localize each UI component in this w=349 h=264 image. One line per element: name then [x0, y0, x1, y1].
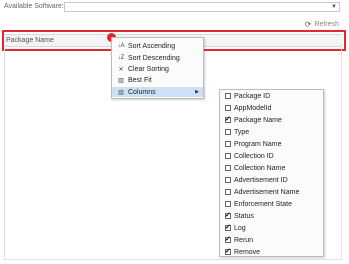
column-toggle-label: Package Name — [234, 116, 282, 124]
column-toggle-log[interactable]: Log — [225, 223, 246, 233]
column-toggle-status[interactable]: Status — [225, 211, 254, 221]
grid-border-bottom — [4, 259, 342, 260]
column-toggle-advertisement-id[interactable]: Advertisement ID — [225, 175, 288, 185]
checkbox[interactable] — [225, 201, 231, 207]
checkbox[interactable] — [225, 115, 231, 123]
menu-item-label: Sort Ascending — [128, 42, 176, 50]
column-toggle-label: Collection Name — [234, 164, 286, 172]
column-toggle-label: Advertisement ID — [234, 176, 288, 184]
grid-border-left — [4, 45, 5, 260]
column-toggle-package-name[interactable]: Package Name — [225, 115, 282, 125]
column-toggle-collection-id[interactable]: Collection ID — [225, 151, 274, 161]
menu-item-label: Sort Descending — [128, 54, 180, 62]
menu-item-sort-descending[interactable]: ↓Z Sort Descending — [112, 53, 203, 63]
menu-item-label: Columns — [128, 88, 156, 96]
column-toggle-label: Remove — [234, 248, 261, 256]
submenu-arrow-icon: ▶ — [195, 89, 199, 95]
checkbox[interactable] — [225, 165, 231, 171]
column-context-menu: ↓A Sort Ascending ↓Z Sort Descending ✕ C… — [111, 37, 204, 99]
menu-item-columns[interactable]: ▥ Columns ▶ — [112, 87, 203, 97]
column-toggle-label: Enforcement State — [234, 200, 292, 208]
column-toggle-label: Rerun — [234, 236, 254, 244]
column-toggle-label: Collection ID — [234, 152, 274, 160]
checkbox[interactable] — [225, 189, 231, 195]
column-toggle-advertisement-name[interactable]: Advertisement Name — [225, 187, 299, 197]
column-toggle-type[interactable]: Type — [225, 127, 249, 137]
menu-item-clear-sorting[interactable]: ✕ Clear Sorting — [112, 64, 203, 74]
checkbox[interactable] — [225, 223, 231, 231]
column-toggle-rerun[interactable]: Rerun — [225, 235, 253, 245]
best-fit-icon: ▥ — [118, 77, 124, 84]
checkbox[interactable] — [225, 153, 231, 159]
column-header-package-name[interactable]: Package Name — [6, 37, 54, 44]
column-toggle-label: AppModelId — [234, 104, 272, 112]
column-toggle-label: Type — [234, 128, 250, 136]
sort-ascending-icon: ↓A — [117, 43, 125, 49]
columns-submenu: Package ID AppModelId Package Name Type … — [219, 89, 324, 257]
column-toggle-label: Status — [234, 212, 254, 220]
checkbox[interactable] — [225, 105, 231, 111]
column-toggle-program-name[interactable]: Program Name — [225, 139, 281, 149]
chevron-down-icon: ▼ — [331, 4, 337, 10]
refresh-button[interactable]: ⟳ Refresh — [305, 20, 339, 29]
column-toggle-package-id[interactable]: Package ID — [225, 91, 270, 101]
checkbox[interactable] — [225, 235, 231, 243]
clear-sorting-icon: ✕ — [118, 66, 124, 73]
checkbox[interactable] — [225, 129, 231, 135]
column-toggle-label: Log — [234, 224, 246, 232]
checkbox[interactable] — [225, 211, 231, 219]
refresh-label: Refresh — [314, 21, 339, 28]
column-toggle-enforcement-state[interactable]: Enforcement State — [225, 199, 292, 209]
column-toggle-appmodelid[interactable]: AppModelId — [225, 103, 271, 113]
refresh-icon: ⟳ — [304, 20, 312, 29]
columns-icon: ▥ — [118, 89, 124, 96]
column-toggle-collection-name[interactable]: Collection Name — [225, 163, 285, 173]
checkbox[interactable] — [225, 93, 231, 99]
column-toggle-label: Program Name — [234, 140, 282, 148]
sort-descending-icon: ↓Z — [117, 55, 125, 61]
available-software-label: Available Software: — [4, 3, 64, 10]
menu-item-sort-ascending[interactable]: ↓A Sort Ascending — [112, 41, 203, 51]
menu-item-best-fit[interactable]: ▥ Best Fit — [112, 75, 203, 85]
menu-item-label: Clear Sorting — [128, 65, 169, 73]
checkbox[interactable] — [225, 141, 231, 147]
menu-item-label: Best Fit — [128, 76, 152, 84]
available-software-dropdown[interactable]: ▼ — [64, 2, 340, 12]
grid-border-right — [341, 45, 342, 260]
column-toggle-remove[interactable]: Remove — [225, 247, 260, 257]
column-toggle-label: Package ID — [234, 92, 271, 100]
checkbox[interactable] — [225, 177, 231, 183]
checkbox[interactable] — [225, 247, 231, 255]
column-toggle-label: Advertisement Name — [234, 188, 300, 196]
